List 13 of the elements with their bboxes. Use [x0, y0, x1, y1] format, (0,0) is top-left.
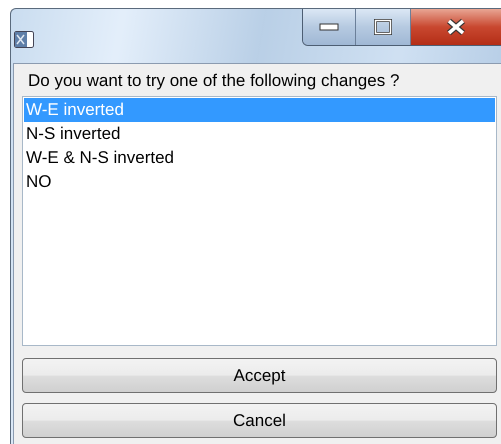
- list-item[interactable]: NO: [24, 170, 495, 194]
- maximize-button[interactable]: [355, 9, 410, 45]
- list-item[interactable]: W-E & N-S inverted: [24, 146, 495, 170]
- list-item[interactable]: N-S inverted: [24, 122, 495, 146]
- close-icon: [446, 18, 466, 36]
- maximize-icon: [374, 19, 392, 35]
- app-icon: [14, 31, 34, 48]
- cancel-button[interactable]: Cancel: [22, 403, 497, 438]
- close-button[interactable]: [410, 9, 501, 45]
- prompt-text: Do you want to try one of the following changes ?: [27, 70, 400, 92]
- minimize-button[interactable]: [303, 9, 355, 45]
- accept-button[interactable]: Accept: [22, 358, 497, 393]
- minimize-icon: [319, 23, 339, 31]
